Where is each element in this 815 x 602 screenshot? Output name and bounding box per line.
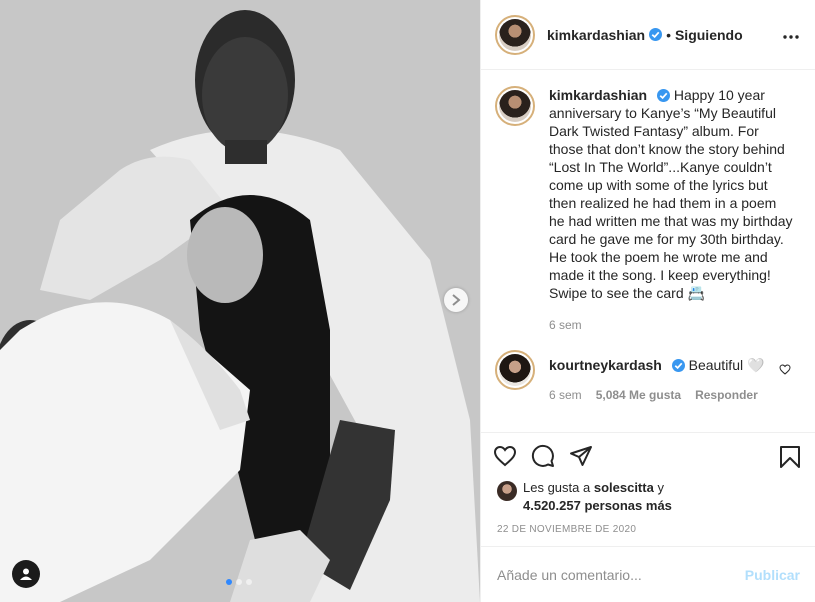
likes-others-count: 4.520.257 — [523, 498, 581, 513]
likes-summary: Les gusta a solescitta y 4.520.257 perso… — [481, 479, 815, 515]
user-tag-icon — [20, 568, 32, 580]
chevron-right-icon — [452, 294, 461, 306]
post-header: kimkardashian • Siguiendo — [481, 0, 815, 70]
caption-avatar[interactable] — [495, 86, 535, 126]
carousel-dot-active — [226, 579, 232, 585]
comment-item: kourtneykardash Beautiful 🤍 6 sem 5,084 … — [495, 350, 801, 402]
carousel-dot — [236, 579, 242, 585]
carousel-dot — [246, 579, 252, 585]
bookmark-icon — [780, 446, 800, 468]
like-button[interactable] — [493, 445, 517, 467]
caption-timestamp[interactable]: 6 sem — [549, 318, 582, 332]
more-options-icon — [783, 35, 799, 39]
comment-timestamp[interactable]: 6 sem — [549, 388, 582, 402]
reply-button[interactable]: Responder — [695, 388, 758, 402]
paper-plane-icon — [570, 446, 592, 466]
commenter-username[interactable]: kourtneykardash — [549, 357, 662, 373]
caption-meta: 6 sem — [549, 318, 795, 332]
verified-badge-icon — [671, 359, 685, 372]
author-avatar[interactable] — [495, 14, 535, 55]
likes-conjunction: y — [657, 480, 664, 495]
carousel-next-button[interactable] — [444, 288, 468, 312]
couple-photo — [0, 0, 480, 602]
verified-badge-icon — [649, 28, 663, 41]
comment-like-button[interactable] — [779, 362, 791, 380]
tagged-users-button[interactable] — [12, 560, 40, 588]
heart-icon — [779, 364, 791, 375]
header-separator: • — [666, 26, 671, 43]
save-button[interactable] — [779, 445, 801, 474]
action-bar — [481, 433, 815, 479]
comment-text: Beautiful 🤍 — [688, 357, 765, 373]
comment-meta: 6 sem 5,084 Me gusta Responder — [549, 388, 795, 402]
avatar — [499, 18, 531, 51]
post-sidebar: kimkardashian • Siguiendo kimkardashian … — [480, 0, 815, 602]
comment-likes[interactable]: 5,084 Me gusta — [596, 388, 681, 402]
more-options-button[interactable] — [783, 26, 799, 44]
caption: kimkardashian Happy 10 year anniversary … — [495, 86, 801, 332]
likes-count[interactable]: 4.520.257 personas más — [523, 498, 672, 513]
post-image[interactable] — [0, 0, 480, 602]
share-button[interactable] — [569, 444, 593, 468]
comments-section: kimkardashian Happy 10 year anniversary … — [481, 70, 815, 433]
comment-bubble-icon — [531, 444, 554, 467]
comment-input[interactable] — [497, 566, 745, 583]
caption-text: Happy 10 year anniversary to Kanye’s “My… — [549, 87, 793, 301]
caption-body: kimkardashian Happy 10 year anniversary … — [549, 86, 795, 302]
avatar — [499, 90, 531, 122]
liker-username[interactable]: solescitta — [594, 480, 654, 495]
verified-badge-icon — [656, 89, 670, 102]
publish-button[interactable]: Publicar — [745, 567, 800, 583]
caption-username[interactable]: kimkardashian — [549, 87, 647, 103]
comment-body: kourtneykardash Beautiful 🤍 — [549, 350, 795, 374]
following-button[interactable]: Siguiendo — [675, 27, 743, 43]
author-username[interactable]: kimkardashian — [547, 27, 645, 43]
heart-icon — [493, 445, 517, 467]
likes-prefix: Les gusta a — [523, 480, 591, 495]
comment-composer: Publicar — [481, 546, 815, 602]
post-date[interactable]: 22 DE NOVIEMBRE DE 2020 — [481, 524, 815, 542]
commenter-avatar[interactable] — [495, 350, 535, 390]
avatar — [499, 354, 531, 386]
likes-others-label: personas más — [584, 498, 672, 513]
comment-button[interactable] — [531, 444, 555, 468]
liker-avatar[interactable] — [497, 481, 517, 501]
carousel-indicator — [226, 579, 252, 585]
